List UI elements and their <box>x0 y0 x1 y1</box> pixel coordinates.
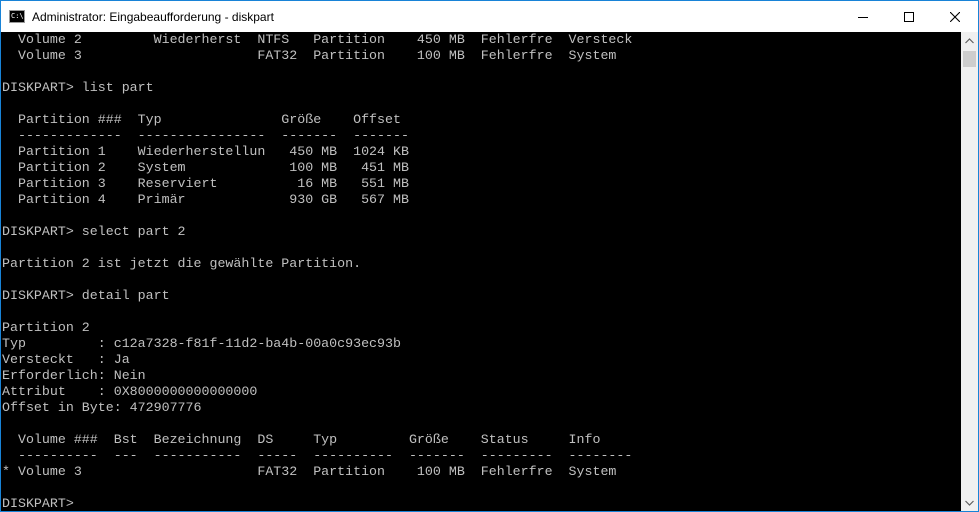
console-line: Volume 2 Wiederherst NTFS Partition 450 … <box>2 32 633 47</box>
console-line: DISKPART> select part 2 <box>2 224 186 239</box>
vertical-scrollbar[interactable] <box>961 32 978 511</box>
maximize-icon <box>904 11 914 22</box>
console-line: DISKPART> <box>2 496 82 511</box>
console-window: C:\ Administrator: Eingabeaufforderung -… <box>0 0 979 512</box>
console-line: DISKPART> list part <box>2 80 154 95</box>
title-bar[interactable]: C:\ Administrator: Eingabeaufforderung -… <box>1 1 978 32</box>
console-line: Typ : c12a7328-f81f-11d2-ba4b-00a0c93ec9… <box>2 336 401 351</box>
window-controls <box>840 1 978 32</box>
cmd-icon[interactable]: C:\ <box>9 10 25 23</box>
console-line: Partition ### Typ Größe Offset <box>2 112 401 127</box>
console-line: * Volume 3 FAT32 Partition 100 MB Fehler… <box>2 464 617 479</box>
console-line: Partition 2 ist jetzt die gewählte Parti… <box>2 256 362 271</box>
minimize-button[interactable] <box>840 1 886 32</box>
console-line: Volume ### Bst Bezeichnung DS Typ Größe … <box>2 432 601 447</box>
console-line: Offset in Byte: 472907776 <box>2 400 202 415</box>
cmd-icon-glyph: C:\ <box>11 12 24 20</box>
window-title: Administrator: Eingabeaufforderung - dis… <box>32 9 274 24</box>
console-line: DISKPART> detail part <box>2 288 170 303</box>
minimize-icon <box>858 16 868 18</box>
console-text: Volume 2 Wiederherst NTFS Partition 450 … <box>1 32 961 511</box>
console-line: Erforderlich: Nein <box>2 368 146 383</box>
console-line: Versteckt : Ja <box>2 352 130 367</box>
scroll-up-arrow-icon <box>965 37 974 43</box>
close-button[interactable] <box>932 1 978 32</box>
console-line: Partition 2 <box>2 320 90 335</box>
console-line: ---------- --- ----------- ----- -------… <box>2 448 633 463</box>
scroll-up-button[interactable] <box>961 32 978 49</box>
console-line: Partition 1 Wiederherstellun 450 MB 1024… <box>2 144 409 159</box>
console-line: ------------- ---------------- ------- -… <box>2 128 409 143</box>
console-line: Partition 4 Primär 930 GB 567 MB <box>2 192 409 207</box>
console-line: Attribut : 0X8000000000000000 <box>2 384 258 399</box>
console-output[interactable]: Volume 2 Wiederherst NTFS Partition 450 … <box>1 32 961 511</box>
maximize-button[interactable] <box>886 1 932 32</box>
scroll-thumb[interactable] <box>963 51 976 67</box>
console-line: Partition 2 System 100 MB 451 MB <box>2 160 409 175</box>
scroll-down-button[interactable] <box>961 494 978 511</box>
console-line: Partition 3 Reserviert 16 MB 551 MB <box>2 176 409 191</box>
console-line: Volume 3 FAT32 Partition 100 MB Fehlerfr… <box>2 48 617 63</box>
scroll-down-arrow-icon <box>965 500 974 506</box>
close-icon <box>950 11 960 22</box>
